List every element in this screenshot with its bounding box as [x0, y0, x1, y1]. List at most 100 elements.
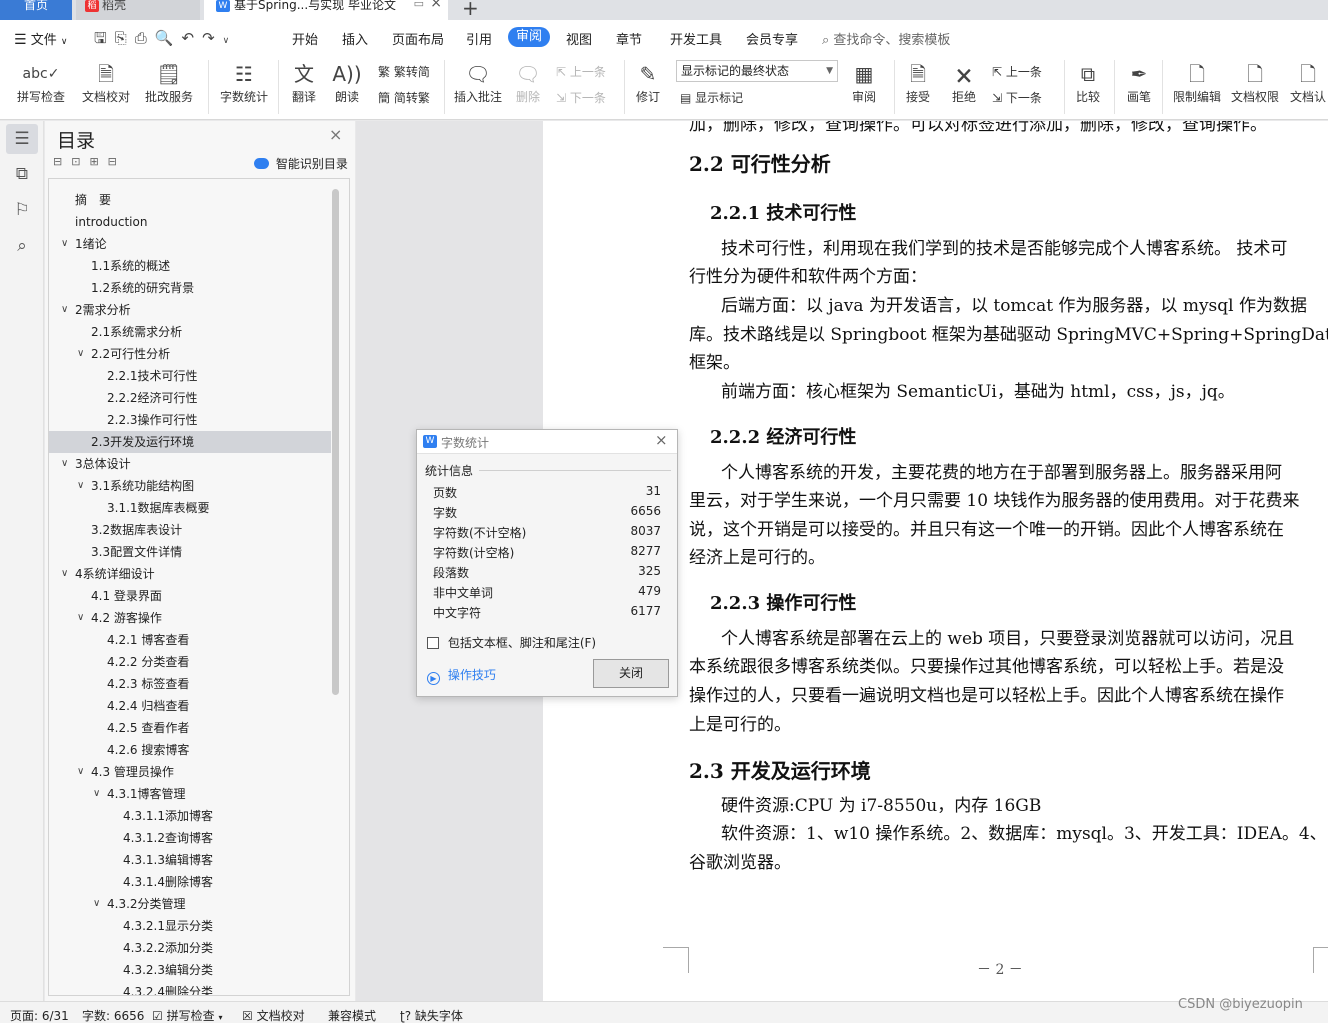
show-markup-button[interactable]: ▤ 显示标记 — [680, 89, 743, 106]
doc-permission-button[interactable]: 🗋 文档权限 — [1230, 60, 1280, 105]
expand-up-icon[interactable]: ⊡ — [71, 155, 89, 168]
toc-item[interactable]: 2.3开发及运行环境 — [49, 431, 331, 453]
word-count-status[interactable]: 字数: 6656 — [82, 1007, 144, 1023]
review-pane-button[interactable]: ▦ 审阅 — [846, 60, 882, 105]
menu-insert[interactable]: 插入 — [342, 29, 368, 48]
spellcheck-status[interactable]: ☑ 拼写检查 ▾ — [152, 1007, 222, 1023]
toc-item[interactable]: 4.3.1.2查询博客 — [49, 827, 331, 849]
toc-item[interactable]: 4.2.4 归档查看 — [49, 695, 331, 717]
simp-convert-button[interactable]: 簡 简转繁 — [378, 89, 430, 106]
toc-item[interactable]: 摘 要 — [49, 189, 331, 211]
file-menu[interactable]: ☰ 文件 ∨ — [14, 29, 67, 48]
toc-item[interactable]: ∨ 2需求分析 — [49, 299, 331, 321]
toc-item[interactable]: 2.2.3操作可行性 — [49, 409, 331, 431]
toc-item[interactable]: ∨ 4.3.2分类管理 — [49, 893, 331, 915]
prev-comment-button[interactable]: ⇱ 上一条 — [556, 63, 606, 80]
toc-item[interactable]: 4.2.2 分类查看 — [49, 651, 331, 673]
missing-font-status[interactable]: ʈ? 缺失字体 — [400, 1007, 463, 1023]
toc-item[interactable]: ∨ 3总体设计 — [49, 453, 331, 475]
toc-item[interactable]: 3.3配置文件详情 — [49, 541, 331, 563]
bookmark-icon[interactable]: ⚐ — [6, 195, 38, 225]
more-icon[interactable]: ∨ — [223, 36, 238, 46]
scrollbar-thumb[interactable] — [332, 189, 339, 695]
toc-item[interactable]: ∨ 1绪论 — [49, 233, 331, 255]
export-pdf-icon[interactable]: ⎘ — [115, 29, 135, 47]
doc-certify-button[interactable]: 🗋 文档认 — [1288, 60, 1328, 105]
spellcheck-button[interactable]: abc✓ 拼写检查 — [12, 60, 70, 105]
track-changes-button[interactable]: ✎ 修订 — [630, 60, 666, 105]
menu-review[interactable]: 审阅 — [508, 27, 550, 47]
toc-item[interactable]: 4.3.2.1显示分类 — [49, 915, 331, 937]
toc-item[interactable]: 3.1.1数据库表概要 — [49, 497, 331, 519]
toc-item[interactable]: 2.1系统需求分析 — [49, 321, 331, 343]
toc-item[interactable]: ∨ 4系统详细设计 — [49, 563, 331, 585]
toc-item[interactable]: 3.2数据库表设计 — [49, 519, 331, 541]
chevron-down-icon[interactable]: ∨ — [93, 783, 100, 805]
menu-page-layout[interactable]: 页面布局 — [392, 29, 444, 48]
proofread-button[interactable]: 🗎 文档校对 — [80, 60, 132, 105]
toc-item[interactable]: 4.2.5 查看作者 — [49, 717, 331, 739]
toc-item[interactable]: 4.3.1.3编辑博客 — [49, 849, 331, 871]
close-icon[interactable]: × — [329, 125, 342, 144]
menu-chapter[interactable]: 章节 — [616, 29, 642, 48]
close-icon[interactable]: × — [655, 431, 668, 449]
undo-icon[interactable]: ↶ — [182, 29, 203, 47]
toc-item[interactable]: 4.3.2.4删除分类 — [49, 981, 331, 995]
translate-button[interactable]: 文 翻译 — [286, 60, 322, 105]
toc-item[interactable]: 4.3.2.3编辑分类 — [49, 959, 331, 981]
quick-access-toolbar[interactable]: 🖫⎘⎙🔍↶↷∨ — [94, 28, 237, 53]
chevron-down-icon[interactable]: ∨ — [77, 607, 84, 629]
next-change-button[interactable]: ⇲ 下一条 — [992, 89, 1042, 106]
toc-item[interactable]: 4.2.1 博客查看 — [49, 629, 331, 651]
toc-item[interactable]: 4.3.1.1添加博客 — [49, 805, 331, 827]
annotate-service-button[interactable]: 🗒 批改服务 — [140, 60, 198, 105]
checkbox-unchecked[interactable] — [427, 637, 439, 649]
toc-item[interactable]: ∨ 2.2可行性分析 — [49, 343, 331, 365]
toc-item[interactable]: 1.2系统的研究背景 — [49, 277, 331, 299]
compare-button[interactable]: ⧉ 比较 — [1070, 60, 1106, 105]
smart-toc-button[interactable]: 智能识别目录 — [254, 155, 348, 172]
chevron-down-icon[interactable]: ∨ — [61, 233, 68, 255]
command-search[interactable]: ⌕ 查找命令、搜索模板 — [822, 29, 950, 48]
chevron-down-icon[interactable]: ∨ — [77, 475, 84, 497]
pen-button[interactable]: ✒ 画笔 — [1124, 60, 1154, 105]
toc-item[interactable]: 2.2.2经济可行性 — [49, 387, 331, 409]
chevron-down-icon[interactable]: ∨ — [61, 453, 68, 475]
menu-references[interactable]: 引用 — [466, 29, 492, 48]
redo-icon[interactable]: ↷ — [202, 29, 223, 47]
toc-item[interactable]: ∨ 4.3.1博客管理 — [49, 783, 331, 805]
accept-button[interactable]: 🗎 接受 — [900, 60, 936, 105]
menu-start[interactable]: 开始 — [292, 29, 318, 48]
toc-item[interactable]: 2.2.1技术可行性 — [49, 365, 331, 387]
chevron-down-icon[interactable]: ∨ — [77, 343, 84, 365]
delete-comment-button[interactable]: 🗨 删除 — [510, 60, 546, 105]
collapse-all-icon[interactable]: ⊟ — [53, 155, 71, 168]
proofread-status[interactable]: ☒ 文档校对 — [242, 1007, 305, 1023]
page-status[interactable]: 页面: 6/31 — [10, 1007, 69, 1023]
search-icon[interactable]: ⌕ — [6, 231, 38, 261]
toc-item[interactable]: 4.2.6 搜索博客 — [49, 739, 331, 761]
tab-home[interactable]: 首页 — [0, 0, 72, 20]
close-button[interactable]: 关闭 — [593, 659, 669, 688]
toc-item[interactable]: introduction — [49, 211, 331, 233]
pin-icon[interactable]: ▭ — [414, 0, 424, 9]
toc-item[interactable]: ∨ 3.1系统功能结构图 — [49, 475, 331, 497]
include-textbox-checkbox[interactable]: 包括文本框、脚注和尾注(F) — [427, 634, 596, 651]
chevron-down-icon[interactable]: ∨ — [61, 299, 68, 321]
insert-comment-button[interactable]: 🗨 插入批注 — [452, 60, 504, 105]
tab-document[interactable]: W 基于Spring...与实现 毕业论文 ▭ × — [204, 0, 448, 20]
add-entry-icon[interactable]: ⊞ — [89, 155, 107, 168]
menu-developer[interactable]: 开发工具 — [670, 29, 722, 48]
new-tab-button[interactable]: + — [462, 0, 479, 20]
toc-item[interactable]: ∨ 4.2 游客操作 — [49, 607, 331, 629]
read-aloud-button[interactable]: A)) 朗读 — [332, 60, 362, 105]
save-icon[interactable]: 🖫 — [94, 29, 115, 47]
chevron-down-icon[interactable]: ∨ — [93, 893, 100, 915]
tab-daoke[interactable]: 稻 稻壳 — [76, 0, 200, 20]
next-comment-button[interactable]: ⇲ 下一条 — [556, 89, 606, 106]
word-count-button[interactable]: ☷ 字数统计 — [218, 60, 270, 105]
chevron-down-icon[interactable]: ∨ — [77, 761, 84, 783]
tips-link[interactable]: ▶ 操作技巧 — [427, 666, 496, 685]
close-tab-icon[interactable]: × — [430, 0, 442, 10]
reject-button[interactable]: 🗙 拒绝 — [946, 60, 982, 105]
